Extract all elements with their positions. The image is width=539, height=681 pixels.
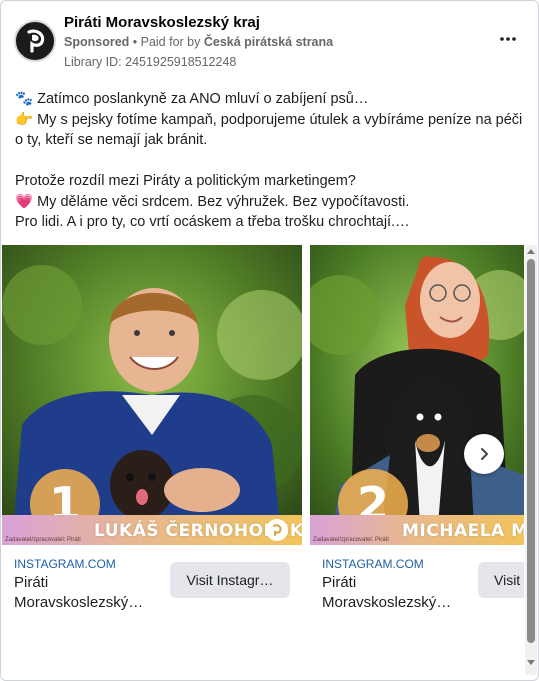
post-line: Protože rozdíl mezi Piráty a politickým … <box>15 173 356 189</box>
visit-instagram-button[interactable]: Visit <box>478 562 524 598</box>
sponsored-line: Sponsored • Paid for by Česká pirátská s… <box>64 35 333 49</box>
post-line: 💗 My děláme věci srdcem. Bez výhružek. B… <box>15 193 410 210</box>
chevron-right-icon <box>481 448 488 460</box>
scroll-thumb[interactable] <box>527 259 535 643</box>
candidate-photo-1[interactable]: 1 Zadavatel/zpracovatel: Piráti LUKÁŠ ČE… <box>2 245 302 545</box>
page-avatar[interactable] <box>14 20 56 62</box>
link-headline[interactable]: Piráti Moravskoslezský… <box>322 573 472 613</box>
page-name[interactable]: Piráti Moravskoslezský kraj <box>64 14 260 31</box>
sponsored-label: Sponsored <box>64 35 130 49</box>
link-domain: INSTAGRAM.COM <box>14 557 116 571</box>
scroll-down-arrow-icon[interactable] <box>527 660 535 665</box>
post-text: 🐾 Zatímco poslankyně za ANO mluví o zabí… <box>15 89 525 233</box>
scroll-up-arrow-icon[interactable] <box>527 249 535 254</box>
link-headline[interactable]: Piráti Moravskoslezský… <box>14 573 164 613</box>
more-options-button[interactable] <box>496 29 520 49</box>
link-domain: INSTAGRAM.COM <box>322 557 424 571</box>
library-id: Library ID: 2451925918512248 <box>64 55 237 69</box>
payer-name[interactable]: Česká pirátská strana <box>204 35 333 49</box>
carousel-next-button[interactable] <box>464 434 504 474</box>
ad-carousel: 1 Zadavatel/zpracovatel: Piráti LUKÁŠ ČE… <box>1 245 524 625</box>
ad-card: Piráti Moravskoslezský kraj Sponsored • … <box>0 0 539 681</box>
scrollbar[interactable] <box>525 245 537 675</box>
visit-instagram-button[interactable]: Visit Instagr… <box>170 562 290 598</box>
post-line: 👉 My s pejsky fotíme kampaň, podporujeme… <box>15 111 523 149</box>
banner-note: Zadavatel/zpracovatel: Piráti <box>5 537 81 543</box>
candidate-banner-2: Zadavatel/zpracovatel: Piráti MICHAELA M… <box>310 515 524 545</box>
banner-note: Zadavatel/zpracovatel: Piráti <box>313 537 389 543</box>
pirate-flag-icon <box>27 29 45 53</box>
more-dots-icon <box>500 37 516 41</box>
candidate-name-2: MICHAELA MORICOV <box>402 521 524 541</box>
candidate-photo-2[interactable]: 2 Zadavatel/zpracovatel: Piráti MICHAELA… <box>310 245 524 545</box>
carousel-card-1[interactable]: 1 Zadavatel/zpracovatel: Piráti LUKÁŠ ČE… <box>2 245 302 625</box>
post-line: 🐾 Zatímco poslankyně za ANO mluví o zabí… <box>15 91 369 107</box>
paid-for-prefix: • Paid for by <box>129 35 204 49</box>
post-line[interactable]: Pro lidi. A i pro ty, co vrtí ocáskem a … <box>15 212 525 233</box>
link-area-2[interactable]: INSTAGRAM.COM Piráti Moravskoslezský… Vi… <box>310 545 524 625</box>
candidate-banner-1: Zadavatel/zpracovatel: Piráti LUKÁŠ ČERN… <box>2 515 302 545</box>
pirate-logo-icon <box>266 519 288 541</box>
link-area-1[interactable]: INSTAGRAM.COM Piráti Moravskoslezský… Vi… <box>2 545 302 625</box>
